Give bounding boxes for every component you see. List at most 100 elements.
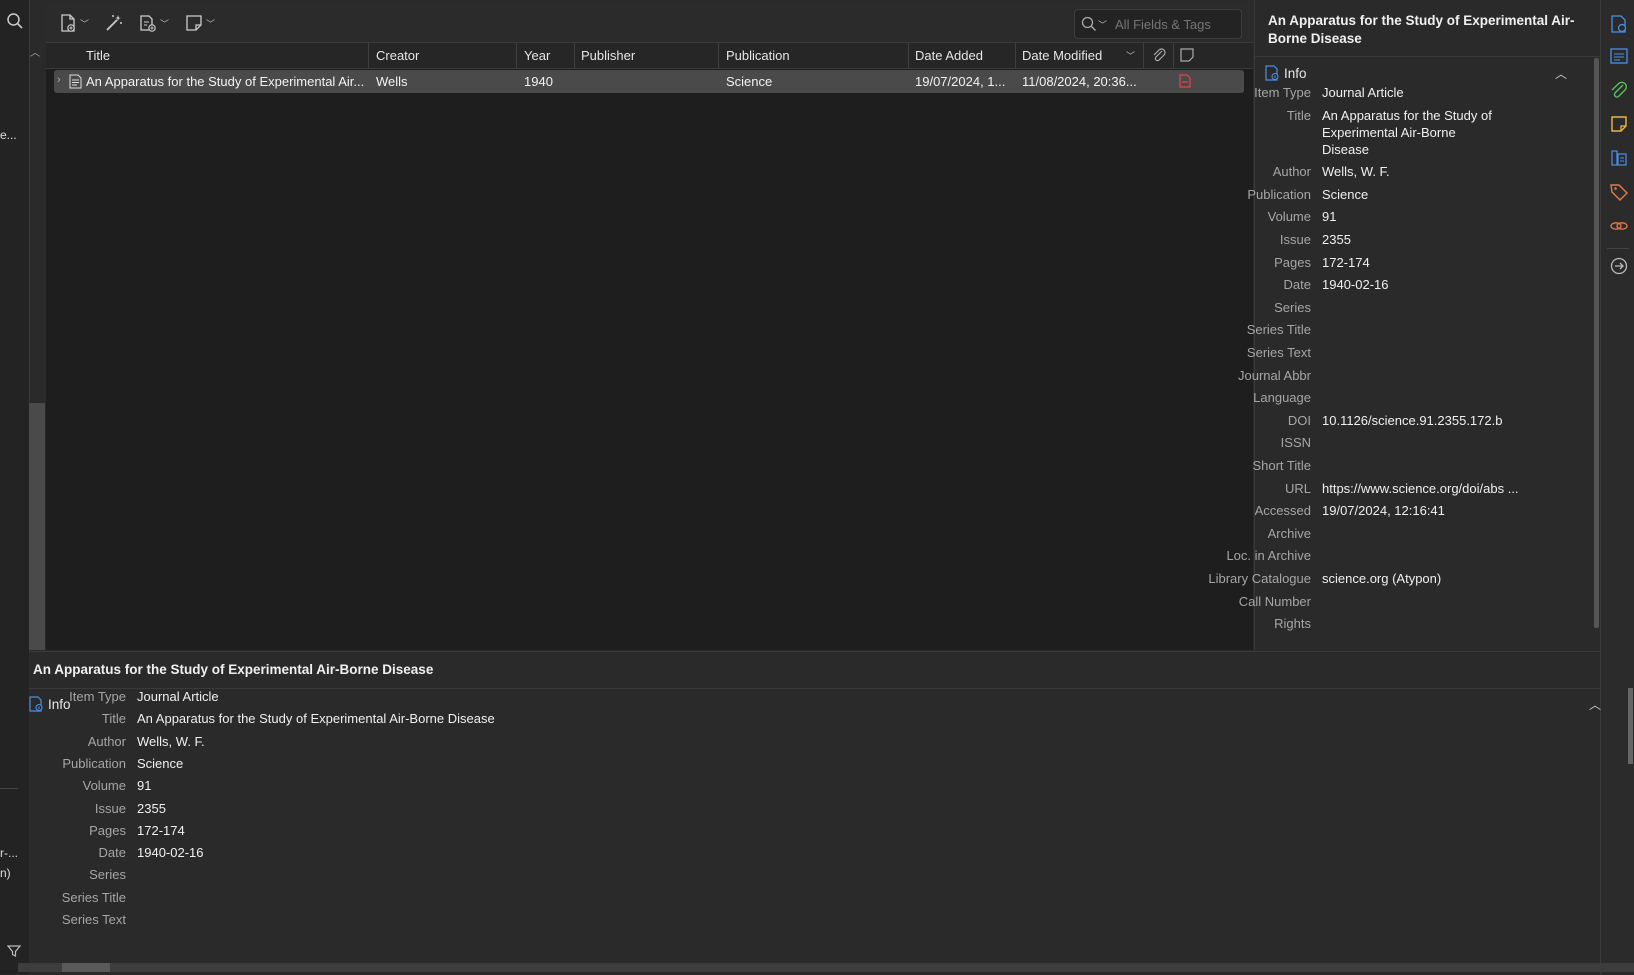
field-value[interactable]: Science (137, 755, 183, 772)
field-label: Pages (89, 822, 126, 838)
new-attachment-button[interactable]: ﹀ (138, 11, 169, 35)
item-pane-bottom: An Apparatus for the Study of Experiment… (29, 651, 1601, 975)
search-icon[interactable] (6, 12, 24, 33)
bottom-pane-scrollbar[interactable] (1628, 688, 1633, 764)
journal-article-icon (69, 74, 82, 92)
expand-arrow-icon[interactable]: › (57, 74, 61, 86)
chevron-down-icon: ﹀ (80, 18, 90, 29)
field-label: Volume (82, 778, 126, 794)
field-label: Series (89, 867, 126, 883)
new-item-button[interactable]: ﹀ (58, 11, 89, 35)
field-value[interactable]: 1940-02-16 (1322, 276, 1389, 293)
field-value[interactable]: 91 (1322, 208, 1336, 225)
info-icon (1265, 65, 1279, 81)
field-value[interactable]: 2355 (137, 800, 166, 817)
field-value[interactable]: Wells, W. F. (137, 733, 205, 750)
column-header-date-modified[interactable]: Date Modified (1022, 43, 1122, 68)
attachments-nav-icon[interactable] (1609, 80, 1629, 100)
add-by-identifier-button[interactable] (104, 11, 124, 35)
collection-label-fragment[interactable]: n) (0, 866, 11, 880)
column-header-title[interactable]: Title (86, 43, 369, 68)
field-value[interactable]: 2355 (1322, 231, 1351, 248)
field-label: Language (1253, 390, 1311, 406)
search-box[interactable]: ﹀ (1074, 9, 1242, 39)
field-value[interactable]: Wells, W. F. (1322, 163, 1390, 180)
pane-divider (29, 688, 1600, 689)
info-nav-icon[interactable] (1609, 14, 1629, 34)
field-value[interactable]: https://www.science.org/doi/abs ... (1322, 480, 1519, 497)
collapse-chevron-icon[interactable]: ︿ (1589, 696, 1601, 713)
field-label: URL (1284, 480, 1311, 496)
field-label: Date (98, 845, 126, 861)
field-label: Author (87, 733, 126, 749)
field-value[interactable]: 10.1126/science.91.2355.172.b (1322, 412, 1502, 429)
field-value[interactable]: science.org (Atypon) (1322, 570, 1441, 587)
column-header-publication[interactable]: Publication (726, 43, 909, 68)
field-label: Series Title (61, 889, 126, 905)
horizontal-scrollbar-thumb[interactable] (62, 963, 110, 972)
field-value[interactable]: Journal Article (1322, 84, 1404, 101)
item-pane-sidenav (1600, 0, 1634, 974)
field-label: Issue (1279, 232, 1311, 247)
field-value[interactable]: 172-174 (137, 822, 185, 839)
field-value[interactable]: An Apparatus for the Study of (1322, 107, 1492, 124)
related-nav-icon[interactable] (1609, 216, 1629, 236)
collections-scrollbar[interactable] (29, 403, 45, 650)
field-label: Item Type (1254, 85, 1311, 100)
column-divider (1143, 43, 1144, 68)
attachment-column-icon[interactable] (1151, 47, 1167, 66)
table-header: Title Creator Year Publisher Publication… (46, 43, 1253, 69)
sort-descending-icon[interactable]: ﹀ (1126, 49, 1135, 62)
field-value[interactable]: Experimental Air-Borne (1322, 124, 1456, 141)
locate-nav-icon[interactable] (1609, 256, 1629, 276)
field-label: Title (101, 711, 126, 727)
cell-title: An Apparatus for the Study of Experiment… (86, 74, 365, 89)
field-value[interactable]: An Apparatus for the Study of Experiment… (137, 710, 495, 727)
field-value[interactable]: 91 (137, 777, 151, 794)
new-note-icon (186, 15, 202, 31)
field-label: Accessed (1254, 503, 1311, 519)
scroll-up-icon[interactable]: ︿ (30, 44, 40, 59)
info-section-header[interactable]: Info ︿ (1255, 56, 1600, 87)
field-label: DOI (1287, 412, 1311, 428)
chevron-down-icon: ﹀ (160, 18, 170, 29)
field-label: Rights (1274, 616, 1311, 632)
column-header-creator[interactable]: Creator (376, 43, 517, 68)
field-value[interactable]: 1940-02-16 (137, 844, 204, 861)
field-value[interactable]: Science (1322, 186, 1368, 203)
item-pane-title: An Apparatus for the Study of Experiment… (1268, 13, 1575, 46)
horizontal-scrollbar[interactable] (18, 963, 1634, 972)
column-header-publisher[interactable]: Publisher (581, 43, 719, 68)
search-icon[interactable]: ﹀ (1081, 16, 1107, 32)
new-note-button[interactable]: ﹀ (184, 11, 215, 35)
field-value[interactable]: Disease (1322, 141, 1369, 158)
magic-wand-icon (106, 15, 122, 31)
field-label: Series Title (1246, 322, 1311, 338)
info-section-title: Info (1284, 65, 1307, 81)
cell-creator: Wells (376, 74, 408, 89)
filter-icon[interactable] (6, 944, 22, 961)
collection-label-fragment[interactable]: e... (0, 128, 17, 142)
chevron-down-icon: ﹀ (1098, 19, 1108, 30)
abstract-nav-icon[interactable] (1609, 46, 1629, 66)
field-label: Loc. in Archive (1226, 548, 1311, 564)
field-label: Call Number (1238, 593, 1311, 609)
search-input[interactable] (1113, 15, 1238, 33)
tags-nav-icon[interactable] (1609, 182, 1629, 202)
field-value[interactable]: Journal Article (137, 688, 219, 705)
field-label: Volume (1267, 209, 1311, 225)
notes-column-icon[interactable] (1179, 47, 1195, 66)
field-label: Publication (62, 755, 126, 771)
collapse-chevron-icon[interactable]: ︿ (1555, 65, 1567, 82)
field-value[interactable]: 19/07/2024, 12:16:41 (1322, 502, 1445, 519)
column-header-year[interactable]: Year (524, 43, 575, 68)
notes-nav-icon[interactable] (1609, 114, 1629, 134)
item-pane-title: An Apparatus for the Study of Experiment… (33, 662, 434, 677)
field-value[interactable]: 172-174 (1322, 254, 1370, 271)
field-label: Short Title (1252, 458, 1311, 473)
collection-label-fragment[interactable]: r-... (0, 846, 18, 860)
chevron-down-icon: ﹀ (206, 18, 216, 29)
column-header-date-added[interactable]: Date Added (915, 43, 1016, 68)
item-pane-scrollbar[interactable] (1594, 58, 1599, 628)
libraries-collections-nav-icon[interactable] (1609, 148, 1629, 168)
